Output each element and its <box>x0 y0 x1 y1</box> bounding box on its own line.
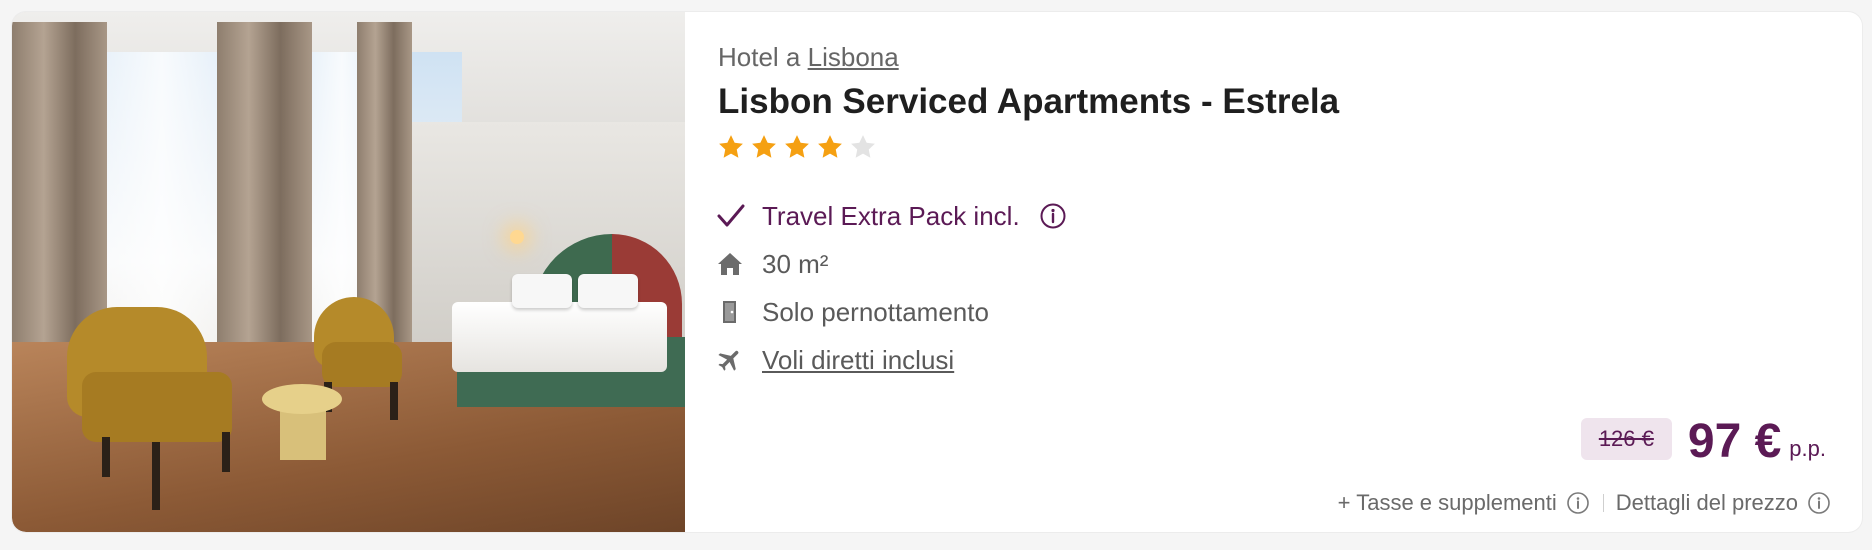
plane-icon <box>716 345 752 375</box>
star-icon <box>716 132 746 162</box>
hotel-location: Hotel a Lisbona <box>718 42 899 73</box>
price-block: 126 € 97 € p.p. <box>1580 415 1826 468</box>
photo-chair-leg <box>390 382 398 420</box>
check-icon <box>716 201 752 231</box>
flights-link[interactable]: Voli diretti inclusi <box>762 345 954 376</box>
price-extras: + Tasse e supplementi Dettagli del prezz… <box>1338 490 1832 516</box>
star-icon <box>749 132 779 162</box>
photo-side-table-top <box>262 384 342 414</box>
feature-area: 30 m² <box>716 240 1068 288</box>
feature-board: Solo pernottamento <box>716 288 1068 336</box>
feature-flights[interactable]: Voli diretti inclusi <box>716 336 1068 384</box>
photo-armchair-seat <box>82 372 232 442</box>
feature-travel-extra-pack: Travel Extra Pack incl. <box>716 192 1068 240</box>
star-icon <box>848 132 878 162</box>
photo-pillow <box>578 274 638 308</box>
photo-pillow <box>512 274 572 308</box>
feature-label: 30 m² <box>762 248 829 279</box>
photo-lamp <box>510 230 524 244</box>
hotel-card[interactable]: Hotel a Lisbona Lisbon Serviced Apartmen… <box>12 12 1862 532</box>
location-prefix: Hotel a <box>718 42 801 72</box>
divider <box>1602 494 1604 512</box>
hotel-room-photo[interactable] <box>12 12 685 532</box>
taxes-link[interactable]: + Tasse e supplementi <box>1338 490 1591 516</box>
info-icon[interactable] <box>1565 490 1591 516</box>
info-icon[interactable] <box>1806 490 1832 516</box>
taxes-label: + Tasse e supplementi <box>1337 490 1557 515</box>
price-details-label: Dettagli del prezzo <box>1615 490 1798 515</box>
feature-label: Solo pernottamento <box>762 296 989 327</box>
current-price: 97 € <box>1687 415 1782 468</box>
photo-chair-leg <box>102 437 110 477</box>
hotel-name[interactable]: Lisbon Serviced Apartments - Estrela <box>718 82 1339 122</box>
price-details-link[interactable]: Dettagli del prezzo <box>1616 490 1832 516</box>
price-unit: p.p. <box>1789 436 1826 461</box>
old-price-badge: 126 € <box>1580 418 1672 460</box>
star-rating <box>716 132 878 162</box>
star-icon <box>782 132 812 162</box>
photo-chair-leg <box>222 432 230 472</box>
city-link[interactable]: Lisbona <box>808 42 899 72</box>
feature-list: Travel Extra Pack incl. 30 m² Solo perno… <box>716 192 1068 384</box>
home-icon <box>716 249 752 279</box>
photo-armchair-seat <box>322 342 402 387</box>
photo-bed-sheet <box>452 302 667 372</box>
photo-chair-leg <box>152 442 160 510</box>
info-icon[interactable] <box>1038 201 1068 231</box>
door-icon <box>716 297 752 327</box>
feature-label: Travel Extra Pack incl. <box>762 200 1020 231</box>
star-icon <box>815 132 845 162</box>
